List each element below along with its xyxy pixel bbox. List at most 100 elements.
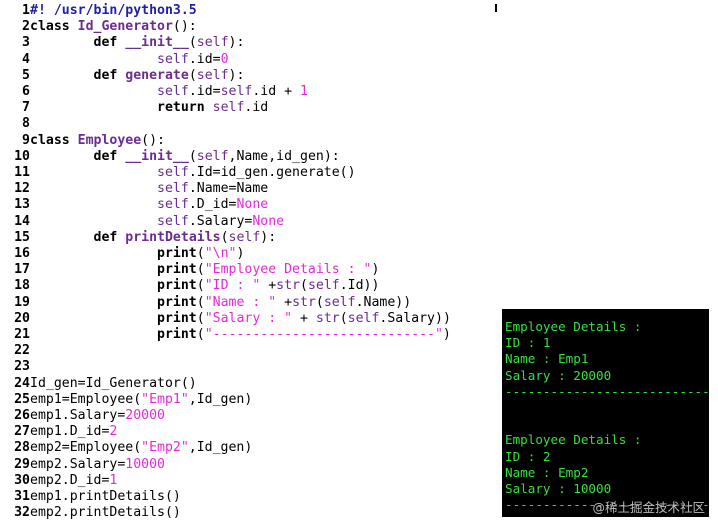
code-token: print: [157, 294, 197, 310]
code-line[interactable]: 9class Employee():: [0, 133, 165, 149]
code-token: None: [252, 213, 285, 229]
line-number: 28: [14, 440, 30, 456]
terminal-line: ------------------------------: [505, 383, 709, 399]
code-token: .Salary)): [379, 310, 451, 326]
code-line[interactable]: 4 self.id=0: [0, 51, 228, 68]
code-line[interactable]: 14 self.Salary=None: [0, 214, 284, 230]
code-token: "Name : ": [204, 294, 277, 310]
code-token: .id: [244, 100, 269, 116]
line-number: 29: [14, 456, 30, 472]
code-token: class: [30, 132, 78, 148]
code-token: ,Id_gen): [188, 391, 253, 407]
code-token: Id_gen=Id_Generator(): [30, 375, 197, 391]
code-line[interactable]: 26emp1.Salary=20000: [0, 408, 165, 424]
code-token: def: [93, 67, 126, 83]
code-token: self: [196, 67, 229, 83]
code-token: 1: [299, 84, 308, 99]
code-token: "Salary : ": [204, 310, 293, 326]
code-token: self: [307, 278, 340, 294]
code-line[interactable]: 30emp2.D_id=1: [0, 473, 117, 489]
code-line[interactable]: 6 self.id=self.id + 1: [0, 84, 308, 100]
code-line[interactable]: 29emp2.Salary=10000: [0, 457, 165, 473]
code-token: "Emp2": [141, 440, 189, 456]
terminal-line: Name : Emp2: [505, 464, 589, 480]
code-line[interactable]: 2class Id_Generator():: [0, 19, 197, 35]
code-token: self: [196, 35, 229, 51]
code-line[interactable]: 24Id_gen=Id_Generator(): [0, 376, 197, 392]
code-line[interactable]: 28emp2=Employee("Emp2",Id_gen): [0, 440, 252, 456]
code-token: __init__: [125, 148, 189, 164]
code-line[interactable]: 16 print("\n"): [0, 246, 244, 262]
code-token: emp1.D_id=: [30, 424, 110, 440]
terminal-line: Name : Emp1: [505, 351, 589, 367]
code-token: .Id)): [339, 278, 380, 294]
code-token: 2: [109, 424, 118, 440]
line-number: 3: [22, 35, 30, 51]
code-line[interactable]: 17 print("Employee Details : "): [0, 262, 379, 278]
code-line[interactable]: 7 return self.id: [0, 100, 268, 116]
line-number: 8: [22, 116, 30, 132]
code-line[interactable]: 31emp1.printDetails(): [0, 489, 181, 505]
code-token: def: [93, 148, 126, 164]
code-line[interactable]: 18 print("ID : " +str(self.Id)): [0, 278, 379, 294]
code-token: printDetails: [125, 229, 221, 245]
code-token: (: [196, 246, 205, 261]
code-token: print: [157, 310, 197, 326]
code-line[interactable]: 25emp1=Employee("Emp1",Id_gen): [0, 392, 252, 408]
code-token: (: [188, 67, 197, 83]
code-line[interactable]: 22: [0, 343, 30, 359]
code-token: (: [196, 262, 205, 278]
line-number: 21: [14, 327, 30, 342]
code-token: def: [93, 229, 126, 245]
code-line[interactable]: 13 self.D_id=None: [0, 197, 268, 213]
code-token: generate: [125, 67, 189, 83]
code-token: ): [236, 246, 245, 261]
code-token: self: [212, 100, 245, 116]
code-token: +: [260, 278, 277, 294]
line-number: 32: [14, 505, 30, 521]
code-token: emp2.Salary=: [30, 456, 126, 472]
line-number: 18: [14, 278, 30, 294]
code-token: (: [339, 310, 348, 326]
code-line[interactable]: 27emp1.D_id=2: [0, 424, 117, 440]
line-number: 13: [14, 197, 30, 213]
code-token: self: [323, 294, 356, 310]
code-line[interactable]: 5 def generate(self):: [0, 68, 244, 84]
code-token: #! /usr/bin/python3.5: [30, 3, 197, 18]
code-token: self: [157, 181, 189, 197]
code-token: ): [371, 262, 380, 278]
code-line[interactable]: 23: [0, 359, 30, 375]
code-token: .Name)): [355, 294, 412, 310]
code-token: print: [157, 246, 197, 261]
line-number: 22: [14, 343, 30, 359]
code-line[interactable]: 20 print("Salary : " + str(self.Salary)): [0, 311, 451, 327]
code-token: __init__: [125, 35, 189, 51]
code-line[interactable]: 12 self.Name=Name: [0, 181, 268, 197]
line-number: 4: [22, 51, 30, 67]
code-token: 1: [109, 472, 118, 488]
line-number: 31: [14, 489, 30, 504]
code-token: (: [300, 278, 308, 294]
code-line[interactable]: 15 def printDetails(self):: [0, 230, 276, 246]
code-token: (: [315, 294, 324, 310]
code-line[interactable]: 19 print("Name : " +str(self.Name)): [0, 295, 411, 311]
code-line[interactable]: 32emp2.printDetails(): [0, 505, 181, 521]
code-line[interactable]: 1#! /usr/bin/python3.5: [0, 3, 197, 19]
code-token: print: [157, 278, 197, 294]
code-line[interactable]: 11 self.Id=id_gen.generate(): [0, 165, 355, 181]
code-line[interactable]: 3 def __init__(self):: [0, 35, 244, 51]
code-line[interactable]: 8: [0, 116, 30, 132]
code-line[interactable]: 10 def __init__(self,Name,id_gen):: [0, 149, 340, 165]
terminal-line: Salary : 10000: [505, 481, 612, 496]
code-token: .id +: [252, 84, 300, 99]
code-line[interactable]: 21 print("----------------------------"): [0, 327, 451, 343]
line-number: 9: [22, 132, 30, 148]
